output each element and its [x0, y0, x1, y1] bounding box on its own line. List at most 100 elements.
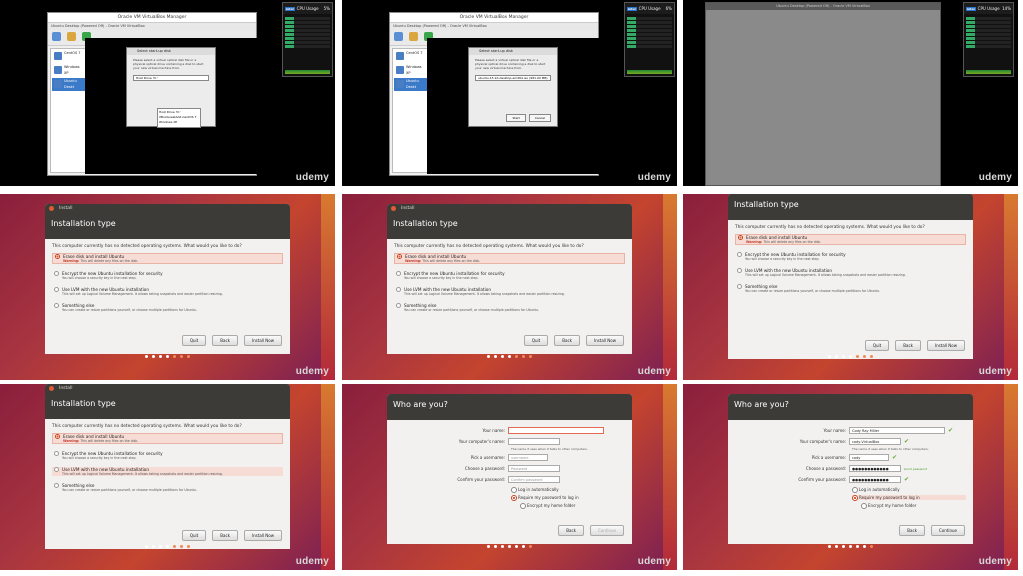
cpu-gadget: intel CPU Usage 14%	[963, 2, 1014, 77]
option-encrypt[interactable]: Encrypt the new Ubuntu installation for …	[52, 451, 283, 460]
option-erase[interactable]: Erase disk and install Ubuntu Warning: Th…	[52, 253, 283, 264]
checkbox-encrypt-home[interactable]: Encrypt my home folder	[861, 503, 966, 509]
radio-require-password[interactable]: Require my password to log in	[511, 495, 625, 501]
cancel-button[interactable]: Cancel	[528, 114, 551, 122]
computer-input[interactable]	[508, 438, 560, 445]
option-encrypt[interactable]: Encrypt the new Ubuntu installation for …	[394, 271, 625, 280]
cpu-value: 5%	[323, 6, 330, 11]
page-title: Installation type	[387, 213, 632, 239]
start-button[interactable]: Start	[506, 114, 526, 122]
new-icon[interactable]	[394, 32, 403, 41]
udemy-watermark: udemy	[637, 556, 671, 567]
new-icon[interactable]	[52, 32, 61, 41]
udemy-watermark: udemy	[978, 172, 1012, 183]
installer-window: Install Installation type This computer …	[387, 204, 632, 354]
option-lvm[interactable]: Use LVM with the new Ubuntu installation…	[52, 467, 283, 476]
option-lvm[interactable]: Use LVM with the new Ubuntu installation…	[735, 268, 966, 277]
computer-input[interactable]: cody-VirtualBox	[849, 438, 901, 445]
check-icon: ✔	[948, 427, 954, 434]
radio-login-auto[interactable]: Log in automatically	[511, 487, 625, 493]
confirm-label: Confirm your password:	[457, 477, 505, 482]
installer-window: Who are you? Your name: Cody Ray Miller ✔ …	[728, 394, 973, 544]
vm-icon	[396, 66, 404, 74]
option-something-else[interactable]: Something else You can create or resize p…	[52, 483, 283, 492]
option-lvm[interactable]: Use LVM with the new Ubuntu installation…	[394, 287, 625, 296]
list-item[interactable]: Ubuntu Deskt	[394, 78, 427, 91]
username-input[interactable]: username	[508, 454, 548, 461]
list-item[interactable]: CentOS 7	[394, 50, 427, 63]
progress-dots	[0, 533, 335, 552]
cpu-gadget: intel CPU Usage 5%	[282, 2, 333, 77]
check-icon: ✔	[904, 476, 910, 483]
dialog-title: Select start-up disk	[469, 48, 557, 55]
thumb-4: Install Installation type This computer …	[0, 194, 335, 380]
name-input[interactable]: Cody Ray Miller	[849, 427, 945, 434]
password-input[interactable]: ●●●●●●●●●●●●	[849, 465, 901, 472]
thumb-6: Installation type This computer currentl…	[683, 194, 1018, 380]
computer-label: Your computer's name:	[458, 439, 505, 444]
name-input[interactable]	[508, 427, 604, 434]
password-input[interactable]: Password	[508, 465, 560, 472]
option-erase[interactable]: Erase disk and install Ubuntu Warning: Th…	[52, 433, 283, 444]
progress-dots	[342, 533, 677, 552]
dropdown-item[interactable]: Windows XP	[159, 120, 199, 125]
disk-dropdown: Host Drive 'D:' VBoxGuestAdd-CentOS 7 Wi…	[157, 108, 201, 128]
question-text: This computer currently has no detected …	[394, 244, 584, 249]
thumb-8: Who are you? Your name: Your computer's …	[342, 384, 677, 570]
confirm-input[interactable]: ●●●●●●●●●●●●	[849, 476, 901, 483]
option-something-else[interactable]: Something else You can create or resize p…	[52, 303, 283, 312]
vm-window-title: Ubuntu Desktop (Powered Off) - Oracle VM…	[48, 23, 256, 30]
dialog-text: Please select a virtual optical disk fil…	[133, 58, 204, 70]
question-text: This computer currently has no detected …	[52, 244, 242, 249]
progress-dots	[683, 533, 1018, 552]
option-encrypt[interactable]: Encrypt the new Ubuntu installation for …	[735, 252, 966, 261]
username-input[interactable]: cody	[849, 454, 889, 461]
dialog-title: Select start-up disk	[127, 48, 215, 55]
password-strength: Good password	[904, 466, 928, 471]
disk-select[interactable]: ubuntu-15.10-desktop-amd64.iso (981.00 M…	[475, 75, 551, 81]
password-label: Choose a password:	[464, 466, 505, 471]
startup-disk-dialog: Select start-up disk Please select a vir…	[468, 47, 558, 127]
disk-select[interactable]: Host Drive 'D:'	[133, 75, 209, 81]
window-title: Install	[45, 384, 290, 393]
check-icon: ✔	[892, 454, 898, 461]
gear-icon[interactable]	[409, 32, 418, 41]
udemy-watermark: udemy	[978, 366, 1012, 377]
password-label: Choose a password:	[805, 466, 846, 471]
question-text: This computer currently has no detected …	[735, 225, 925, 230]
vm-icon	[396, 52, 404, 60]
option-lvm[interactable]: Use LVM with the new Ubuntu installation…	[52, 287, 283, 296]
option-erase[interactable]: Erase disk and install Ubuntu Warning: Th…	[394, 253, 625, 264]
cpu-graph	[285, 64, 330, 74]
list-item[interactable]: CentOS 7	[52, 50, 85, 63]
option-erase[interactable]: Erase disk and install Ubuntu Warning: Th…	[735, 234, 966, 245]
option-encrypt[interactable]: Encrypt the new Ubuntu installation for …	[52, 271, 283, 280]
confirm-input[interactable]: Confirm password	[508, 476, 560, 483]
question-text: This computer currently has no detected …	[52, 424, 242, 429]
thumb-3: Ubuntu Desktop (Powered Off) - Oracle VM…	[683, 0, 1018, 186]
udemy-watermark: udemy	[978, 556, 1012, 567]
udemy-watermark: udemy	[295, 366, 329, 377]
cpu-title: CPU Usage	[977, 6, 1000, 11]
option-something-else[interactable]: Something else You can create or resize p…	[735, 284, 966, 293]
checkbox-encrypt-home[interactable]: Encrypt my home folder	[520, 503, 625, 509]
page-title: Who are you?	[387, 394, 632, 420]
radio-require-password[interactable]: Require my password to log in	[852, 495, 966, 501]
installer-window: Who are you? Your name: Your computer's …	[387, 394, 632, 544]
confirm-label: Confirm your password:	[798, 477, 846, 482]
vm-booting-window: Ubuntu Desktop (Powered Off) - Oracle VM…	[705, 2, 941, 186]
name-label: Your name:	[482, 428, 505, 433]
list-item[interactable]: Windows XP	[52, 64, 85, 77]
window-title: Oracle VM VirtualBox Manager	[48, 13, 256, 23]
computer-note: The name it uses when it talks to other …	[511, 447, 588, 451]
list-item[interactable]: Ubuntu Deskt	[52, 78, 85, 91]
list-item[interactable]: Windows XP	[394, 64, 427, 77]
window-title: Ubuntu Desktop (Powered Off) - Oracle VM…	[706, 3, 940, 10]
radio-login-auto[interactable]: Log in automatically	[852, 487, 966, 493]
gear-icon[interactable]	[67, 32, 76, 41]
cpu-value: 14%	[1002, 6, 1011, 11]
vm-icon	[54, 80, 62, 88]
option-something-else[interactable]: Something else You can create or resize p…	[394, 303, 625, 312]
installer-window: Install Installation type This computer …	[45, 204, 290, 354]
username-label: Pick a username:	[470, 455, 505, 460]
